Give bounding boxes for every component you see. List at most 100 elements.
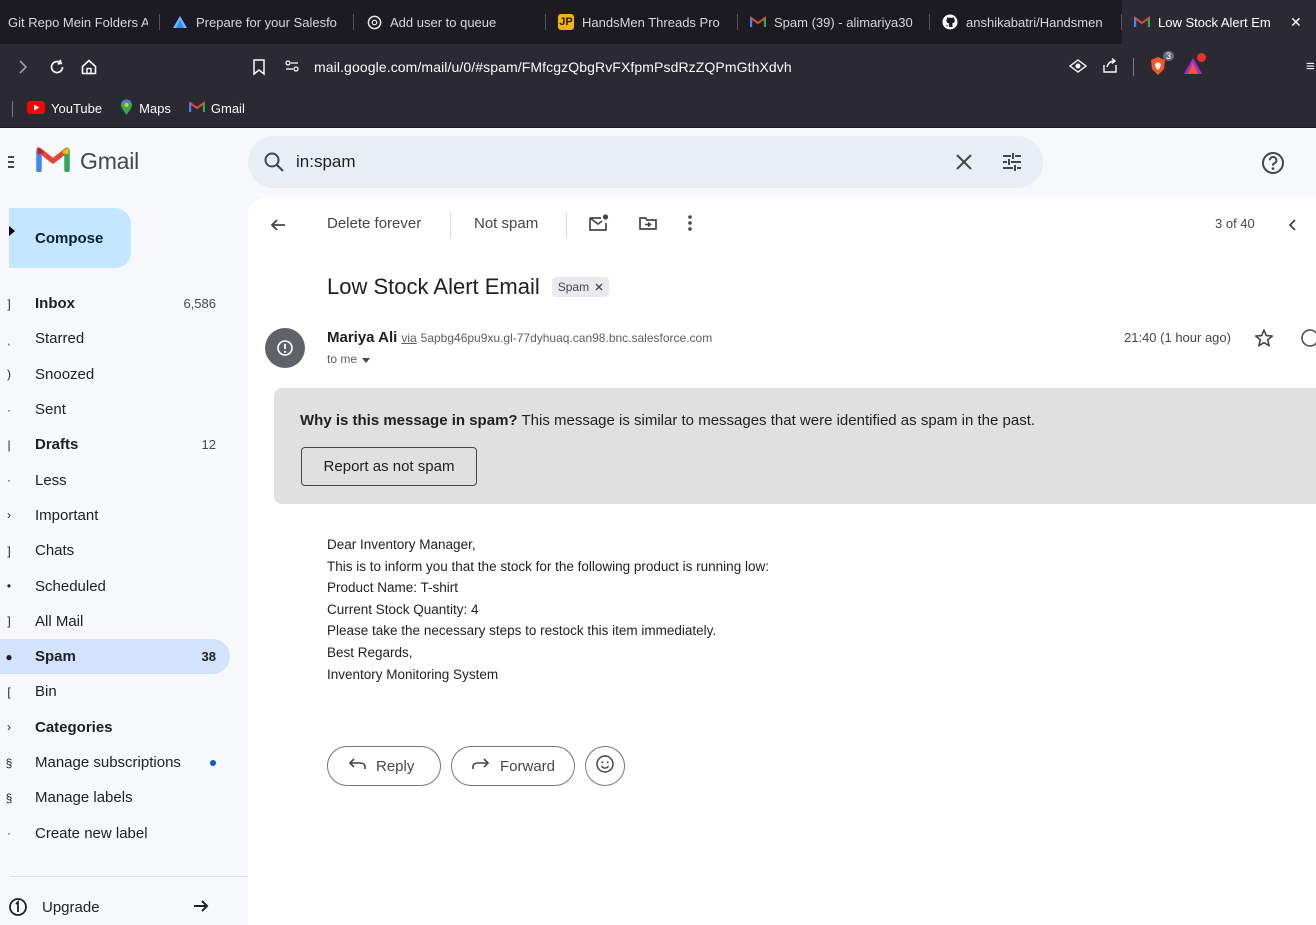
sidebar-item-label: Spam (35, 648, 76, 666)
menu-edge-icon[interactable]: ≡ (1306, 58, 1315, 75)
tab-add-user-to-queue[interactable]: Add user to queue (354, 0, 546, 44)
recipient-text: to me (327, 352, 358, 366)
tab-spam-inbox[interactable]: Spam (39) - alimariya30 (738, 0, 930, 44)
sidebar-item-scheduled[interactable]: • Scheduled (0, 568, 240, 603)
sender-name[interactable]: Mariya Ali (327, 329, 397, 346)
bookmark-maps[interactable]: Maps (120, 99, 171, 119)
sidebar-item-label: Categories (35, 718, 113, 736)
body-line: Best Regards, (327, 644, 413, 660)
sidebar-item-label: Manage labels (35, 789, 133, 807)
chevron-left-icon[interactable] (1284, 215, 1300, 240)
sidebar-item-create-label[interactable]: · Create new label (0, 815, 240, 850)
spam-count: 38 (201, 649, 216, 665)
bookmark-gmail[interactable]: Gmail (188, 101, 245, 116)
not-spam-button[interactable]: Not spam (474, 215, 538, 232)
salesforce-trailhead-icon (172, 14, 188, 30)
mark-unread-icon[interactable] (588, 213, 610, 238)
sidebar-item-sent[interactable]: · Sent (0, 392, 240, 427)
star-icon[interactable] (1254, 328, 1274, 353)
bookmark-youtube[interactable]: YouTube (27, 100, 103, 117)
spam-icon: ● (5, 649, 13, 664)
reload-icon[interactable] (40, 50, 74, 84)
address-bar[interactable]: mail.google.com/mail/u/0/#spam/FMfcgzQbg… (284, 50, 1206, 84)
app-name: Gmail (80, 148, 140, 174)
tab-low-stock-alert[interactable]: Low Stock Alert Em ✕ (1122, 0, 1316, 44)
delete-forever-button[interactable]: Delete forever (327, 215, 421, 232)
reply-button[interactable]: Reply (327, 746, 441, 786)
sidebar-item-all-mail[interactable]: ] All Mail (0, 604, 240, 639)
sidebar-item-bin[interactable]: [Bin (0, 674, 240, 709)
clear-search-icon[interactable] (952, 150, 976, 179)
gmail-logo[interactable]: Gmail (36, 146, 139, 177)
sidebar-item-label: Drafts (35, 436, 79, 454)
add-reaction-icon[interactable] (1298, 328, 1316, 353)
remove-label-icon[interactable] (595, 280, 603, 294)
shields-count-badge: 3 (1162, 50, 1174, 61)
search-icon[interactable] (262, 150, 286, 179)
sidebar-item-chats[interactable]: ] Chats (0, 533, 240, 568)
compose-button[interactable]: Compose (9, 208, 131, 268)
sidebar-item-manage-subscriptions[interactable]: § Manage subscriptions (0, 745, 240, 780)
sidebar-item-spam[interactable]: ● Spam 38 (0, 638, 230, 675)
move-to-icon[interactable] (638, 213, 658, 238)
sidebar-item-less[interactable]: · Less (0, 462, 240, 497)
sidebar-item-label: Manage subscriptions (35, 754, 181, 771)
share-icon[interactable] (1101, 57, 1119, 78)
search-input[interactable] (296, 146, 896, 178)
main-menu-icon[interactable] (8, 155, 14, 169)
sidebar-item-categories[interactable]: › Categories (0, 710, 240, 745)
recipient-details[interactable]: to me (327, 352, 371, 366)
report-not-spam-button[interactable]: Report as not spam (301, 447, 477, 486)
sidebar-item-label: Scheduled (35, 577, 106, 595)
tab-github[interactable]: anshikabatri/Handsmen (930, 0, 1122, 44)
body-line: Inventory Monitoring System (327, 666, 499, 682)
close-tab-icon[interactable]: ✕ (1290, 14, 1302, 31)
email-timestamp: 21:40 (1 hour ago) (1124, 330, 1231, 345)
help-icon[interactable] (1260, 150, 1286, 181)
more-vert-icon[interactable] (682, 213, 698, 238)
forward-button[interactable]: Forward (451, 746, 575, 786)
tracking-protection-icon[interactable] (1068, 58, 1088, 77)
tab-git-repo[interactable]: Git Repo Mein Folders A (0, 0, 160, 44)
forward-icon[interactable] (6, 50, 40, 84)
sidebar-item-drafts[interactable]: | Drafts 12 (0, 427, 240, 462)
home-icon[interactable] (72, 50, 106, 84)
emoji-reaction-button[interactable] (585, 746, 625, 786)
sidebar-item-inbox[interactable]: ] Inbox 6,586 (0, 286, 240, 321)
via-link[interactable]: via (401, 331, 416, 345)
brave-shields-icon[interactable]: 3 (1148, 50, 1174, 79)
sidebar-item-snoozed[interactable]: ) Snoozed (0, 357, 240, 392)
spam-label-chip[interactable]: Spam (551, 277, 610, 297)
search-options-icon[interactable] (1000, 150, 1024, 179)
new-indicator-dot (210, 759, 216, 766)
sidebar-nav: ] Inbox 6,586 ˎ Starred ) Snoozed · Sent | Dra… (0, 286, 240, 851)
caret-down-icon (362, 352, 371, 366)
pagination-text: 3 of 40 (1215, 216, 1255, 231)
tab-label: Git Repo Mein Folders A (8, 14, 148, 30)
upgrade-button[interactable]: Upgrade (0, 890, 230, 924)
tab-salesforce[interactable]: Prepare for your Salesfo (160, 0, 354, 44)
chevron-up-icon: · (7, 473, 11, 488)
email-subject: Low Stock Alert Email (327, 274, 540, 299)
brave-rewards-icon[interactable] (1182, 52, 1206, 79)
site-settings-icon[interactable] (284, 58, 300, 77)
back-arrow-icon[interactable] (268, 215, 288, 240)
browser-tab-strip: Git Repo Mein Folders A Prepare for your… (0, 0, 1316, 44)
sidebar-item-starred[interactable]: ˎ Starred (0, 321, 240, 356)
chat-icon: ] (7, 543, 11, 558)
bookmark-icon[interactable] (242, 50, 276, 84)
gmail-icon (1134, 14, 1150, 30)
upgrade-icon (8, 897, 28, 921)
spam-reason: Why is this message in spam? This messag… (300, 412, 1035, 429)
sidebar-item-important[interactable]: › Important (0, 498, 240, 533)
tab-label: Prepare for your Salesfo (196, 14, 337, 30)
sidebar-item-label: Important (35, 506, 99, 524)
sidebar-item-manage-labels[interactable]: § Manage labels (0, 780, 240, 815)
tab-handsmen-threads[interactable]: JP HandsMen Threads Pro (546, 0, 738, 44)
sidebar-item-label: Create new label (35, 824, 148, 842)
bookmark-label: YouTube (51, 101, 103, 116)
sidebar-item-label: Starred (35, 330, 85, 348)
upgrade-label: Upgrade (42, 898, 100, 916)
sender-avatar[interactable] (265, 328, 305, 368)
body-line: Product Name: T-shirt (327, 580, 459, 596)
